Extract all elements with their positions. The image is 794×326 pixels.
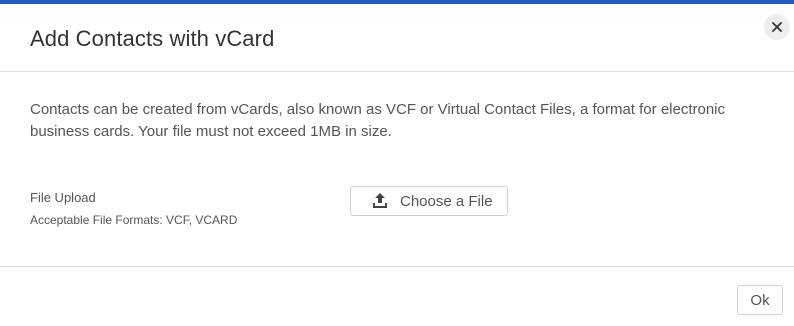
- dialog-title: Add Contacts with vCard: [30, 26, 275, 51]
- dialog-footer: Ok: [0, 268, 794, 326]
- upload-icon: [371, 192, 389, 210]
- file-format-hint: Acceptable File Formats: VCF, VCARD: [30, 213, 238, 227]
- dialog-description: Contacts can be created from vCards, als…: [30, 101, 726, 140]
- close-icon: [772, 22, 782, 32]
- choose-file-button[interactable]: Choose a File: [350, 186, 508, 216]
- dialog-body: Contacts can be created from vCards, als…: [0, 73, 794, 267]
- choose-file-label: Choose a File: [400, 192, 493, 210]
- close-button[interactable]: [764, 14, 790, 40]
- ok-button[interactable]: Ok: [737, 285, 783, 315]
- dialog-header: Add Contacts with vCard: [0, 4, 794, 72]
- add-contacts-dialog: Add Contacts with vCard Contacts can be …: [0, 4, 794, 326]
- file-upload-label: File Upload: [30, 190, 96, 205]
